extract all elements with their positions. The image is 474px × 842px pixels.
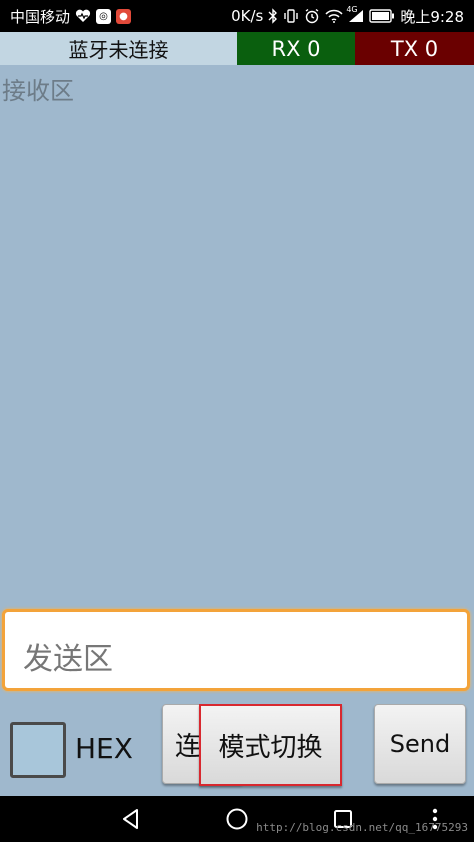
battery-icon (369, 9, 395, 23)
status-bar: 中国移动 ◎ ● 0K/s 4G 晚上9:28 (0, 0, 474, 32)
hex-label: HEX (75, 732, 133, 765)
send-button[interactable]: Send (374, 704, 466, 784)
back-icon[interactable] (116, 804, 146, 834)
wifi-icon (325, 9, 343, 23)
network-type: 4G (346, 5, 358, 14)
tx-counter: TX 0 (355, 32, 474, 65)
home-icon[interactable] (222, 804, 252, 834)
hex-checkbox[interactable] (10, 722, 66, 778)
receive-area-label: 接收区 (2, 77, 74, 105)
vibrate-icon (283, 8, 299, 24)
bluetooth-icon (268, 8, 278, 24)
alarm-icon (304, 8, 320, 24)
rx-counter: RX 0 (237, 32, 355, 65)
connection-header: 蓝牙未连接 RX 0 TX 0 (0, 32, 474, 65)
send-input-placeholder: 发送区 (23, 642, 113, 677)
send-input[interactable]: 发送区 (2, 609, 470, 691)
bottom-controls: HEX 连接 模式切换 Send (0, 694, 474, 796)
send-area: 发送区 (0, 606, 474, 694)
carrier-name: 中国移动 (10, 7, 71, 26)
map-icon: ● (116, 8, 132, 24)
watermark-url: http://blog.csdn.net/qq_16775293 (256, 821, 468, 834)
app-icon: ◎ (96, 8, 112, 24)
navigation-bar: http://blog.csdn.net/qq_16775293 (0, 796, 474, 842)
receive-area[interactable]: 接收区 (0, 65, 474, 605)
network-speed: 0K/s (231, 7, 264, 25)
clock: 晚上9:28 (400, 7, 464, 26)
bluetooth-status: 蓝牙未连接 (68, 38, 169, 62)
signal-icon: 4G (346, 5, 364, 23)
mode-switch-button[interactable]: 模式切换 (199, 704, 342, 786)
heart-icon (75, 9, 91, 23)
